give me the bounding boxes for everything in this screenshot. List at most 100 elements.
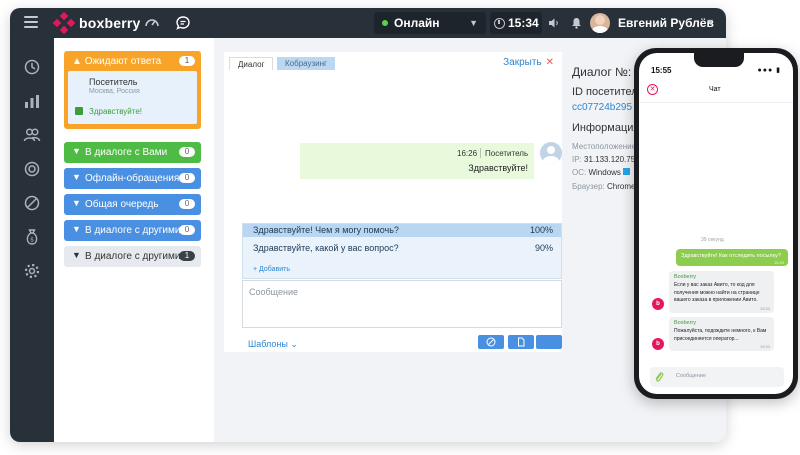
visitor-last-message: Здравствуйте! [89, 107, 143, 116]
signal-wifi-battery-icon: ●●● ▮ [757, 67, 781, 74]
message-text: Если у вас заказ Авито, то код для получ… [674, 282, 760, 303]
tab-cobrowsing[interactable]: Кобраузинг [277, 57, 335, 70]
menu-icon[interactable] [24, 16, 38, 28]
attach-file-button[interactable] [508, 335, 534, 349]
visitor-name: Посетитель [89, 77, 138, 87]
group-label: Офлайн-обращения [85, 173, 180, 184]
group-in-dialog-with-others-2[interactable]: ▼ В диалоге с другими 1 [64, 246, 201, 267]
suggestion-percent: 90% [534, 243, 553, 253]
suggestion-text: Здравствуйте! Чем я могу помочь? [253, 225, 399, 235]
group-general-queue[interactable]: ▼ Общая очередь 0 [64, 194, 201, 215]
chevron-down-icon[interactable]: ▼ [706, 17, 715, 27]
group-in-dialog-with-you[interactable]: ▼ В диалоге с Вами 0 [64, 142, 201, 163]
visitor-id-value[interactable]: cc07724b295 [572, 102, 632, 113]
message-placeholder: Сообщение [249, 287, 298, 297]
operator-window: boxberry Онлайн ▼ 15:34 Евгений Рублёв ▼ [10, 8, 726, 442]
operator-avatar: b [652, 298, 664, 310]
visitor-message-bubble: 16:26 Посетитель Здравствуйте! [300, 143, 534, 179]
user-avatar[interactable] [590, 13, 610, 33]
message-text: Пожалуйста, подождите немного, к Вам при… [674, 328, 767, 342]
chat-header: ✕ Чат [639, 81, 793, 103]
chevron-down-icon: ▼ [72, 224, 81, 234]
templates-dropdown[interactable]: Шаблоны ⌄ [248, 339, 298, 350]
top-bar: boxberry Онлайн ▼ 15:34 Евгений Рублёв ▼ [10, 8, 726, 38]
chevron-down-icon: ▼ [469, 18, 478, 28]
visitors-icon[interactable] [23, 126, 41, 144]
volume-icon[interactable] [548, 17, 560, 29]
phone-notch [694, 53, 744, 67]
history-icon[interactable] [23, 58, 41, 76]
screenshot-stage: boxberry Онлайн ▼ 15:34 Евгений Рублёв ▼ [0, 0, 800, 455]
target-icon[interactable] [23, 160, 41, 178]
ip-row: IP: 31.133.120.75 [572, 155, 636, 164]
statistics-icon[interactable] [23, 92, 41, 110]
location-label: Местоположение [572, 142, 637, 151]
message-author: Boxberry [674, 320, 697, 326]
chat-icon[interactable] [175, 15, 191, 31]
group-count: 1 [179, 251, 195, 261]
add-suggestion-link[interactable]: + Добавить [253, 266, 290, 273]
windows-icon [623, 168, 631, 175]
boxberry-logo-icon [52, 11, 76, 35]
suggestions-box: Здравствуйте! Чем я могу помочь? 100% Зд… [242, 223, 562, 279]
session-timer: 15:34 [490, 12, 542, 34]
group-label: В диалоге с Вами [85, 147, 168, 158]
money-bag-icon[interactable]: $ [23, 228, 41, 246]
phone-screen: 15:55 ●●● ▮ ✕ Чат 39 секунд Здравствуйте… [639, 53, 793, 394]
group-offline-requests[interactable]: ▼ Офлайн-обращения 0 [64, 168, 201, 189]
tab-dialog[interactable]: Диалог [229, 57, 274, 70]
status-dropdown[interactable]: Онлайн ▼ [374, 12, 486, 34]
message-author: Посетитель [485, 149, 529, 158]
dialog-panel: Диалог Кобраузинг Закрыть ✕ 16:26 Посетит… [224, 52, 562, 352]
suggestion-row-selected[interactable]: Здравствуйте! Чем я могу помочь? 100% [243, 224, 561, 237]
message-text: Здравствуйте! Как отследить посылку? [681, 253, 781, 259]
user-name[interactable]: Евгений Рублёв [618, 16, 714, 30]
group-in-dialog-with-others[interactable]: ▼ В диалоге с другими 0 [64, 220, 201, 241]
message-time: 16:26 [457, 149, 478, 158]
send-button[interactable] [536, 335, 562, 349]
suggestion-text[interactable]: Здравствуйте, какой у вас вопрос? [253, 243, 399, 253]
bell-icon[interactable] [571, 17, 582, 29]
visitor-id-label: ID посетителя [572, 86, 644, 98]
message-author: Boxberry [674, 274, 697, 280]
message-time: 15:53 [773, 260, 784, 265]
group-label: В диалоге с другими [85, 225, 181, 236]
close-icon[interactable]: ✕ [647, 84, 658, 95]
visitor-card[interactable]: Посетитель Москва, Россия Здравствуйте! [68, 71, 197, 124]
phone-mockup: 15:55 ●●● ▮ ✕ Чат 39 секунд Здравствуйте… [634, 48, 798, 399]
message-input[interactable]: Сообщение [242, 280, 562, 328]
outgoing-message: Здравствуйте! Как отследить посылку? 15:… [676, 249, 788, 266]
awaiting-count: 1 [179, 56, 195, 66]
chevron-down-icon: ▼ [72, 146, 81, 156]
message-icon [75, 107, 83, 115]
operator-avatar: b [652, 338, 664, 350]
blocked-icon[interactable] [23, 194, 41, 212]
speedometer-icon[interactable] [144, 15, 160, 31]
clock-icon [494, 17, 505, 29]
chat-title: Чат [709, 86, 721, 93]
paperclip-icon[interactable] [654, 371, 664, 383]
status-label: Онлайн [394, 16, 440, 30]
side-navigation: $ [10, 38, 54, 442]
divider [480, 148, 481, 158]
incoming-message: Boxberry Если у вас заказ Авито, то код … [669, 271, 774, 313]
awaiting-group[interactable]: ▲ Ожидают ответа 1 Посетитель Москва, Ро… [64, 51, 201, 129]
incoming-message: Boxberry Пожалуйста, подождите немного, … [669, 317, 774, 351]
smile-icon [486, 337, 496, 347]
settings-icon[interactable] [23, 262, 41, 280]
group-count: 0 [179, 199, 195, 209]
phone-time: 15:55 [651, 66, 672, 75]
emoji-button[interactable] [478, 335, 504, 349]
browser-row: Браузер: Chrome [572, 182, 636, 191]
group-count: 0 [179, 225, 195, 235]
logo: boxberry [52, 11, 141, 35]
visitor-location: Москва, Россия [89, 88, 140, 95]
chevron-down-icon: ▼ [72, 198, 81, 208]
os-row: ОС: Windows [572, 168, 631, 177]
group-count: 0 [179, 173, 195, 183]
group-count: 0 [179, 147, 195, 157]
close-dialog-button[interactable]: Закрыть ✕ [503, 57, 554, 68]
phone-message-input[interactable]: Сообщение [650, 367, 784, 387]
message-placeholder: Сообщение [676, 373, 706, 379]
group-label: В диалоге с другими [85, 251, 181, 262]
